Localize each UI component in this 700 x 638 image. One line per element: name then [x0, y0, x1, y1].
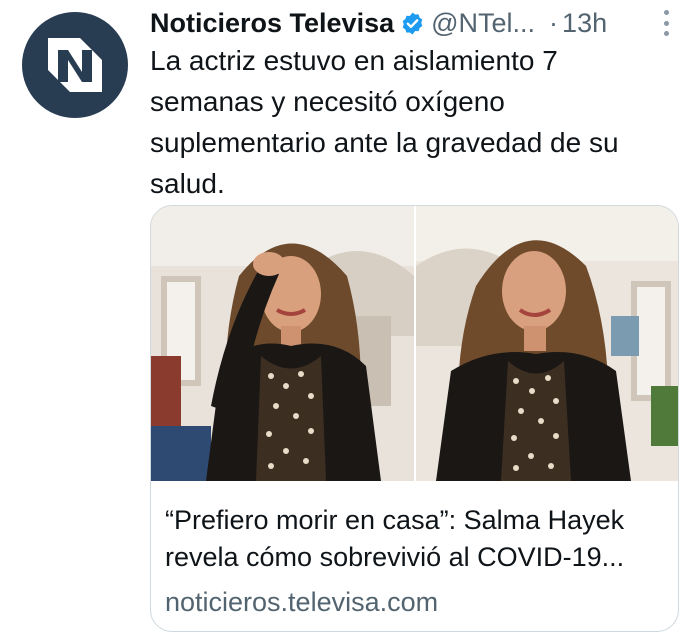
avatar[interactable]	[22, 12, 128, 118]
card-photo-right	[413, 206, 678, 481]
card-photo-left	[151, 206, 414, 481]
card-image[interactable]	[151, 206, 678, 481]
separator-dot: ·	[549, 7, 559, 38]
noticieros-logo-icon	[48, 38, 102, 92]
card-domain[interactable]: noticieros.televisa.com	[165, 584, 438, 620]
timestamp[interactable]: 13h	[562, 8, 607, 39]
card-title[interactable]: “Prefiero morir en casa”: Salma Hayek re…	[165, 502, 665, 576]
tweet[interactable]: Noticieros Televisa @NTel... · 13h La ac…	[0, 0, 700, 638]
author-handle[interactable]: @NTel...	[431, 8, 535, 39]
verified-badge-icon	[400, 11, 425, 36]
tweet-header: Noticieros Televisa @NTel... · 13h	[150, 6, 607, 40]
author-name[interactable]: Noticieros Televisa	[150, 8, 394, 39]
link-card[interactable]: “Prefiero morir en casa”: Salma Hayek re…	[150, 205, 679, 632]
tweet-text: La actriz estuvo en aislamiento 7 semana…	[150, 45, 619, 199]
more-vertical-icon[interactable]	[660, 10, 672, 36]
